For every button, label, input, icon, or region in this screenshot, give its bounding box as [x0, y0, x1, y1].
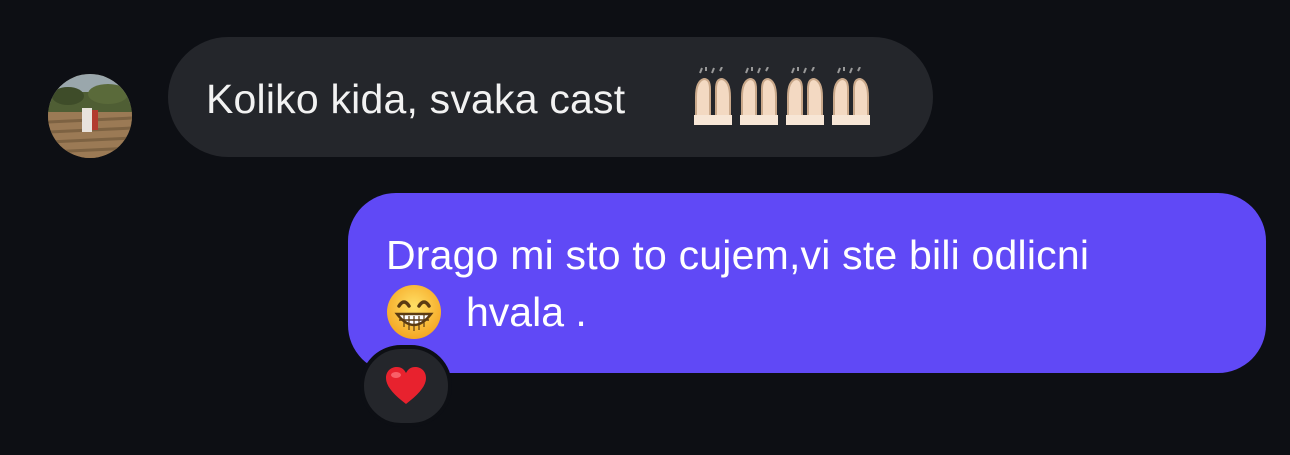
raising-hands-icon	[740, 67, 778, 125]
raising-hands-icon	[786, 67, 824, 125]
chat-thread: Koliko kida, svaka cast Drago mi sto to …	[0, 0, 1290, 455]
avatar[interactable]	[48, 74, 132, 158]
incoming-message-text: Koliko kida, svaka cast	[206, 76, 626, 122]
beaming-face-icon	[387, 285, 441, 339]
outgoing-message-bubble[interactable]: Drago mi sto to cujem,vi ste bili odlicn…	[348, 193, 1266, 373]
outgoing-message-line1: Drago mi sto to cujem,vi ste bili odlicn…	[386, 232, 1090, 278]
raising-hands-icon	[694, 67, 732, 125]
outgoing-message-line2: hvala .	[386, 285, 587, 339]
raising-hands-icon	[832, 67, 870, 125]
outgoing-message-line2-text: hvala .	[466, 288, 587, 335]
raising-hands-group	[690, 67, 874, 125]
red-heart-icon	[386, 367, 426, 404]
incoming-message-bubble[interactable]: Koliko kida, svaka cast	[168, 37, 933, 157]
reaction-badge[interactable]	[360, 345, 452, 427]
